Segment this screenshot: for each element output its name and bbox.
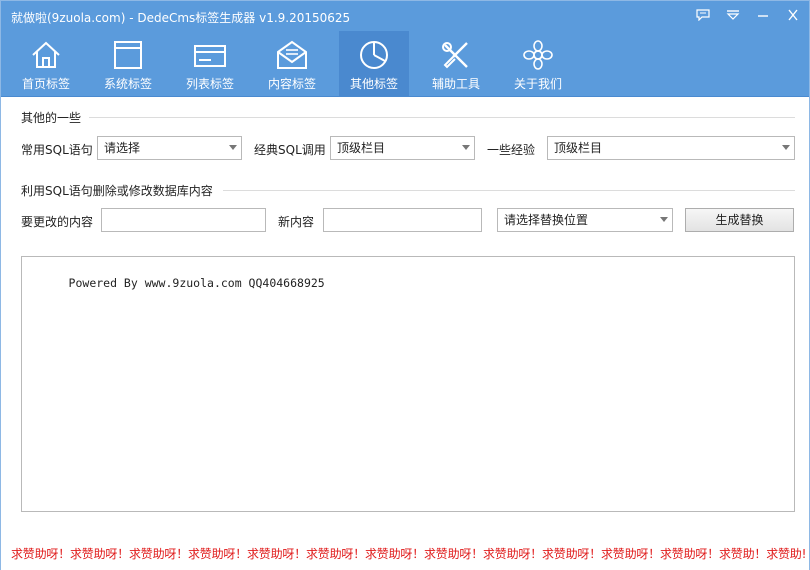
- tab-label: 内容标签: [267, 77, 316, 91]
- change-content-input[interactable]: [101, 208, 266, 232]
- sql-select[interactable]: 请选择: [97, 136, 242, 160]
- section-title-other: 其他的一些: [21, 111, 82, 125]
- tab-label: 关于我们: [513, 77, 562, 91]
- new-content-label: 新内容: [278, 215, 315, 229]
- app-window: 就做啦(9zuola.com) - DedeCms标签生成器 v1.9.2015…: [0, 0, 810, 570]
- tab-other[interactable]: 其他标签: [339, 31, 409, 97]
- home-icon: [32, 41, 60, 68]
- classic-sql-label: 经典SQL调用: [254, 143, 326, 157]
- window-icon: [114, 41, 142, 69]
- replace-position-value: 请选择替换位置: [504, 213, 589, 227]
- section-title-sql-replace: 利用SQL语句删除或修改数据库内容: [21, 184, 213, 198]
- tab-label: 列表标签: [185, 77, 234, 91]
- minimize-icon[interactable]: [755, 7, 771, 23]
- chevron-down-icon: [782, 145, 790, 150]
- tab-system[interactable]: 系统标签: [93, 31, 163, 97]
- window-controls: [695, 7, 801, 23]
- experience-label: 一些经验: [487, 143, 536, 157]
- chevron-down-icon: [229, 145, 237, 150]
- tab-content[interactable]: 内容标签: [257, 31, 327, 97]
- generate-replace-button[interactable]: 生成替换: [685, 208, 794, 232]
- output-text: Powered By www.9zuola.com QQ404668925: [68, 276, 325, 290]
- sql-select-value: 请选择: [104, 141, 141, 155]
- menu-dropdown-icon[interactable]: [725, 7, 741, 23]
- classic-sql-select-value: 顶级栏目: [337, 141, 386, 155]
- tab-list[interactable]: 列表标签: [175, 31, 245, 97]
- chevron-down-icon: [660, 217, 668, 222]
- tab-label: 系统标签: [103, 77, 152, 91]
- tab-home[interactable]: 首页标签: [11, 31, 81, 97]
- tab-label: 首页标签: [21, 77, 70, 91]
- footer-sponsor-text: 求赞助呀！求赞助呀！求赞助呀！求赞助呀！求赞助呀！求赞助呀！求赞助呀！求赞助呀！…: [11, 547, 807, 561]
- sql-label: 常用SQL语句: [21, 143, 93, 157]
- flower-icon: [523, 40, 553, 70]
- tab-label: 辅助工具: [431, 77, 480, 91]
- tab-label: 其他标签: [349, 77, 398, 91]
- tab-tools[interactable]: 辅助工具: [421, 31, 491, 97]
- card-icon: [194, 45, 226, 67]
- pie-chart-icon: [360, 41, 388, 69]
- experience-select[interactable]: 顶级栏目: [547, 136, 795, 160]
- section-divider: [223, 190, 795, 191]
- classic-sql-select[interactable]: 顶级栏目: [330, 136, 475, 160]
- chevron-down-icon: [462, 145, 470, 150]
- section-divider: [89, 117, 795, 118]
- main-toolbar: 首页标签 系统标签 列表标签 内容标签 其他标签 辅助工具 关于我们: [1, 31, 809, 97]
- replace-position-select[interactable]: 请选择替换位置: [497, 208, 673, 232]
- main-content: 其他的一些 常用SQL语句 请选择 经典SQL调用 顶级栏目 一些经验 顶级栏目…: [1, 98, 809, 570]
- output-textarea[interactable]: Powered By www.9zuola.com QQ404668925: [21, 256, 795, 512]
- new-content-input[interactable]: [323, 208, 482, 232]
- title-bar[interactable]: 就做啦(9zuola.com) - DedeCms标签生成器 v1.9.2015…: [1, 1, 809, 31]
- close-icon[interactable]: [785, 7, 801, 23]
- window-title: 就做啦(9zuola.com) - DedeCms标签生成器 v1.9.2015…: [11, 11, 351, 25]
- change-content-label: 要更改的内容: [21, 215, 94, 229]
- message-icon[interactable]: [695, 7, 711, 23]
- tab-about[interactable]: 关于我们: [503, 31, 573, 97]
- envelope-icon: [277, 40, 307, 69]
- experience-select-value: 顶级栏目: [554, 141, 603, 155]
- tools-icon: [442, 42, 468, 69]
